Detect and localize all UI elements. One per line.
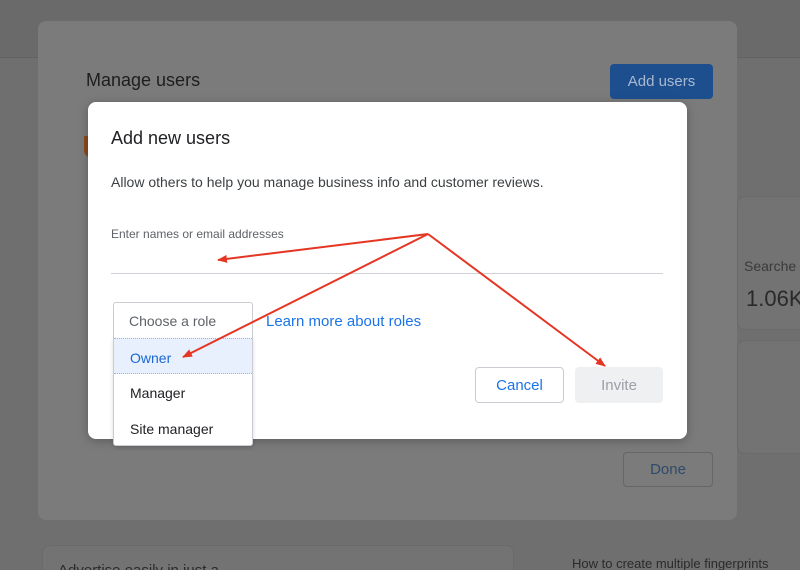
email-field-label: Enter names or email addresses (111, 227, 284, 241)
role-option-owner[interactable]: Owner (114, 338, 252, 374)
role-option-manager[interactable]: Manager (114, 374, 252, 410)
add-users-button[interactable]: Add users (610, 64, 713, 99)
background-stat-value: 1.06K (746, 286, 800, 311)
background-bottom-left-text: Advertise easily in just a (58, 562, 219, 570)
role-select[interactable]: Choose a role (113, 302, 253, 339)
role-dropdown-menu: Owner Manager Site manager (113, 338, 253, 446)
learn-more-roles-link[interactable]: Learn more about roles (266, 313, 421, 330)
cancel-button[interactable]: Cancel (475, 367, 564, 403)
background-card-side (737, 340, 800, 454)
add-new-users-title: Add new users (111, 128, 231, 148)
manage-users-title: Manage users (86, 70, 201, 90)
invite-button[interactable]: Invite (575, 367, 663, 403)
done-button[interactable]: Done (623, 452, 713, 487)
background-bottom-right-link[interactable]: How to create multiple fingerprints (572, 556, 769, 570)
background-stat-label: Searche (744, 258, 797, 274)
email-field[interactable] (111, 244, 663, 274)
role-option-site-manager[interactable]: Site manager (114, 410, 252, 446)
add-new-users-description: Allow others to help you manage business… (111, 174, 544, 190)
